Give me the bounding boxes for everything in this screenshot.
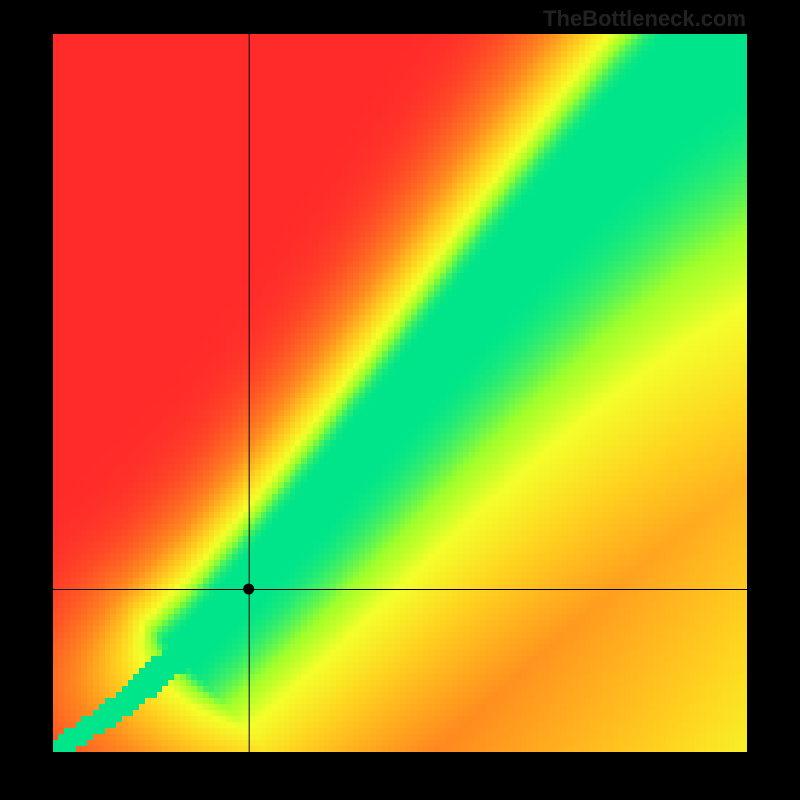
heatmap-plot	[53, 34, 747, 752]
watermark-text: TheBottleneck.com	[543, 6, 746, 32]
heatmap-canvas	[53, 34, 747, 752]
chart-container: TheBottleneck.com	[0, 0, 800, 800]
